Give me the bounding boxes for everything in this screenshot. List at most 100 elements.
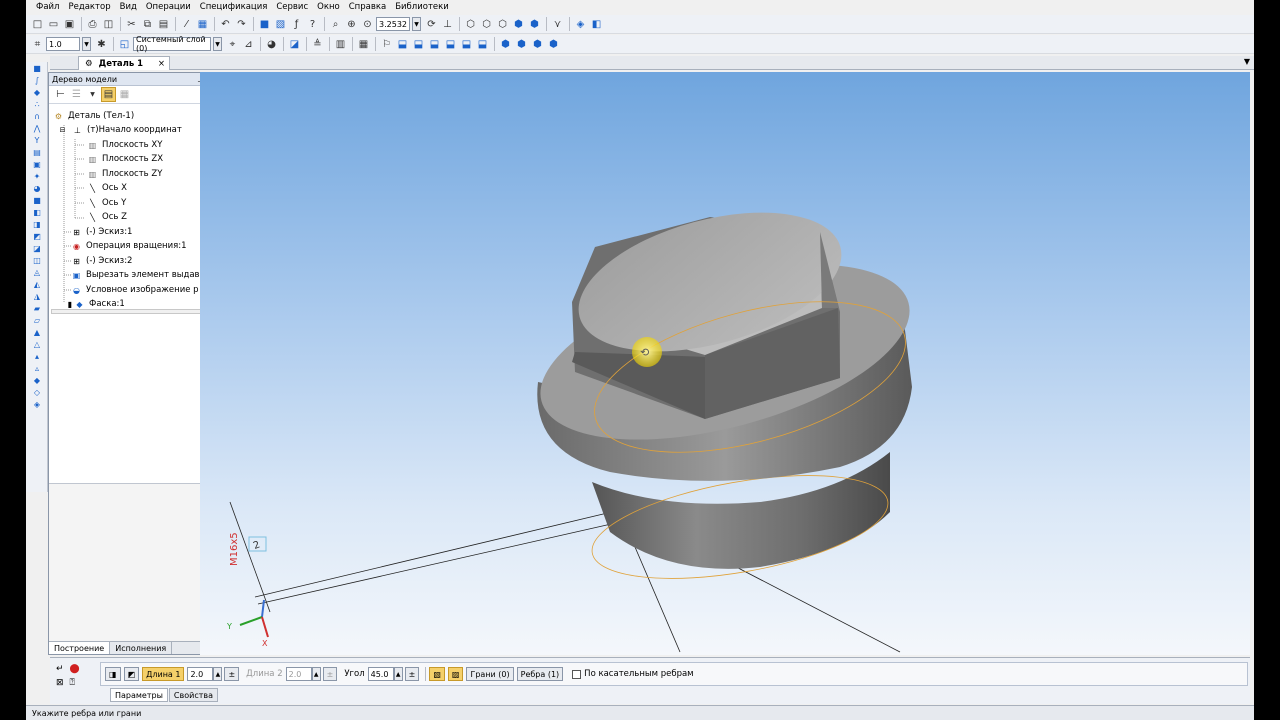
length2-spin[interactable]: ▲ <box>311 667 321 681</box>
tree-node-thread[interactable]: ◒ Условное изображение р <box>71 283 199 297</box>
model-icon[interactable]: ◧ <box>589 17 604 32</box>
length2-input[interactable]: 2.0 <box>285 667 312 681</box>
light-icon[interactable]: ⚐ <box>379 37 394 52</box>
view-front-icon[interactable]: ⬓ <box>395 37 410 52</box>
layer-dropdown-icon[interactable]: ▼ <box>213 37 222 51</box>
length1-lock[interactable]: ± <box>224 667 240 681</box>
help-icon[interactable]: ⍰ <box>70 678 75 688</box>
cut-extrude-icon[interactable]: ◨ <box>30 219 44 230</box>
chamfer-direction-icon[interactable]: ◩ <box>123 667 140 681</box>
tree-node-origin[interactable]: ⊟ ⊥ (т)Начало координат <box>57 123 182 137</box>
tab-parameters[interactable]: Параметры <box>110 688 168 702</box>
assembly-icon[interactable]: ◆ <box>30 375 44 386</box>
tree-node-sketch-2[interactable]: ⊞ (-) Эскиз:2 <box>71 254 132 268</box>
tree-upper-scrollbar[interactable] <box>51 309 217 314</box>
report-icon[interactable]: ▵ <box>30 363 44 374</box>
paste-icon[interactable]: ▤ <box>156 17 171 32</box>
zoom-dropdown-icon[interactable]: ▼ <box>412 17 421 31</box>
rect-icon[interactable]: ▣ <box>30 159 44 170</box>
new-document-icon[interactable]: □ <box>30 17 45 32</box>
stop-icon[interactable]: ⬤ <box>70 664 80 674</box>
select-edges-icon[interactable]: ▨ <box>447 667 464 681</box>
measure-icon[interactable]: ≜ <box>310 37 325 52</box>
spec-icon[interactable]: ▴ <box>30 351 44 362</box>
geometry-icon[interactable]: ■ <box>30 63 44 74</box>
length2-lock[interactable]: ± <box>322 667 338 681</box>
tangent-checkbox[interactable] <box>572 669 582 679</box>
grid-icon[interactable]: ▦ <box>356 37 371 52</box>
scale-dropdown-icon[interactable]: ▼ <box>82 37 91 51</box>
view-iso4-icon[interactable]: ⬢ <box>546 37 561 52</box>
thin-lines-icon[interactable]: ⬡ <box>495 17 510 32</box>
menu-edit[interactable]: Редактор <box>68 2 110 12</box>
tree-relations-icon[interactable]: ▦ <box>117 87 132 102</box>
mirror-icon[interactable]: ▰ <box>30 303 44 314</box>
fillet-icon[interactable]: ◕ <box>30 183 44 194</box>
wireframe-icon[interactable]: ⬡ <box>463 17 478 32</box>
save-icon[interactable]: ▣ <box>62 17 77 32</box>
tree-node-plane-zx[interactable]: ▥ Плоскость ZX <box>87 152 163 166</box>
cancel-icon[interactable]: ⊠ <box>56 678 64 688</box>
menu-help[interactable]: Справка <box>349 2 386 12</box>
menu-window[interactable]: Окно <box>317 2 340 12</box>
tree-node-plane-xy[interactable]: ▥ Плоскость XY <box>87 138 163 152</box>
loft-icon[interactable]: ◩ <box>30 231 44 242</box>
tree-node-sketch-1[interactable]: ⊞ (-) Эскиз:1 <box>71 225 132 239</box>
length1-label[interactable]: Длина 1 <box>142 667 185 681</box>
tab-detail-1[interactable]: ⚙ Деталь 1 × <box>78 56 170 70</box>
orient-icon[interactable]: ⊥ <box>440 17 455 32</box>
zoom-in-icon[interactable]: ⊕ <box>344 17 359 32</box>
length1-spin[interactable]: ▲ <box>213 667 223 681</box>
redo-icon[interactable]: ↷ <box>234 17 249 32</box>
return-icon[interactable]: ↵ <box>56 664 64 674</box>
tree-structure-icon[interactable]: ☰ <box>69 87 84 102</box>
tree-node-plane-zy[interactable]: ▥ Плоскость ZY <box>87 167 163 181</box>
model-render[interactable]: ⟲ M16x5 2 Y X <box>200 72 1250 655</box>
hidden-lines-icon[interactable]: ⬡ <box>479 17 494 32</box>
style-icon[interactable]: ◪ <box>287 37 302 52</box>
shell-icon[interactable]: ◪ <box>30 243 44 254</box>
point-icon[interactable]: ∴ <box>30 99 44 110</box>
tree-dropdown-icon[interactable]: ▼ <box>85 87 100 102</box>
faces-button[interactable]: Грани (0) <box>466 667 514 681</box>
extrude-icon[interactable]: ■ <box>30 195 44 206</box>
array-icon[interactable]: ◮ <box>30 291 44 302</box>
tree-node-revolve-1[interactable]: ◉ Операция вращения:1 <box>71 239 187 253</box>
view-iso2-icon[interactable]: ⬢ <box>514 37 529 52</box>
menu-service[interactable]: Сервис <box>276 2 308 12</box>
tree-node-axis-z[interactable]: ╲ Ось Z <box>87 210 127 224</box>
tab-executions[interactable]: Исполнения <box>110 642 173 654</box>
tree-filter-icon[interactable]: ▤ <box>101 87 116 102</box>
length1-input[interactable]: 2.0 <box>187 667 214 681</box>
scale-input[interactable]: 1.0 <box>46 37 80 51</box>
surface-icon[interactable]: ▲ <box>30 327 44 338</box>
revolve-icon[interactable]: ◧ <box>30 207 44 218</box>
chamfer-icon[interactable]: ◫ <box>30 255 44 266</box>
tree-build-order-icon[interactable]: ⊢ <box>53 87 68 102</box>
line-icon[interactable]: ⋀ <box>30 123 44 134</box>
tab-properties[interactable]: Свойства <box>168 688 218 702</box>
arc-icon[interactable]: ∩ <box>30 111 44 122</box>
zoom-input[interactable]: 3.2532 <box>376 17 410 31</box>
edit-icon[interactable]: ◆ <box>30 87 44 98</box>
close-tab-icon[interactable]: × <box>158 59 165 69</box>
cut-icon[interactable]: ✂ <box>124 17 139 32</box>
view-top-icon[interactable]: ⬓ <box>459 37 474 52</box>
halftone-icon[interactable]: ⬢ <box>511 17 526 32</box>
other-icon[interactable]: ◈ <box>30 399 44 410</box>
variables-icon[interactable]: ƒ <box>289 17 304 32</box>
tab-list-icon[interactable]: ▼ <box>1244 57 1250 66</box>
sketch-icon[interactable]: ∫ <box>30 75 44 86</box>
view-back-icon[interactable]: ⬓ <box>411 37 426 52</box>
copy-icon[interactable]: ⧉ <box>140 17 155 32</box>
chamfer-type-icon[interactable]: ◨ <box>105 667 121 681</box>
collapse-icon[interactable]: ⊟ <box>57 125 68 135</box>
measure-tool-icon[interactable]: △ <box>30 339 44 350</box>
color-icon[interactable]: ◕ <box>264 37 279 52</box>
hole-icon[interactable]: ◭ <box>30 279 44 290</box>
brush-icon[interactable]: ⁄ <box>179 17 194 32</box>
coords-icon[interactable]: ⌖ <box>225 37 240 52</box>
zoom-window-icon[interactable]: ⌕ <box>328 17 343 32</box>
view-bottom-icon[interactable]: ⬓ <box>475 37 490 52</box>
open-folder-icon[interactable]: ▭ <box>46 17 61 32</box>
